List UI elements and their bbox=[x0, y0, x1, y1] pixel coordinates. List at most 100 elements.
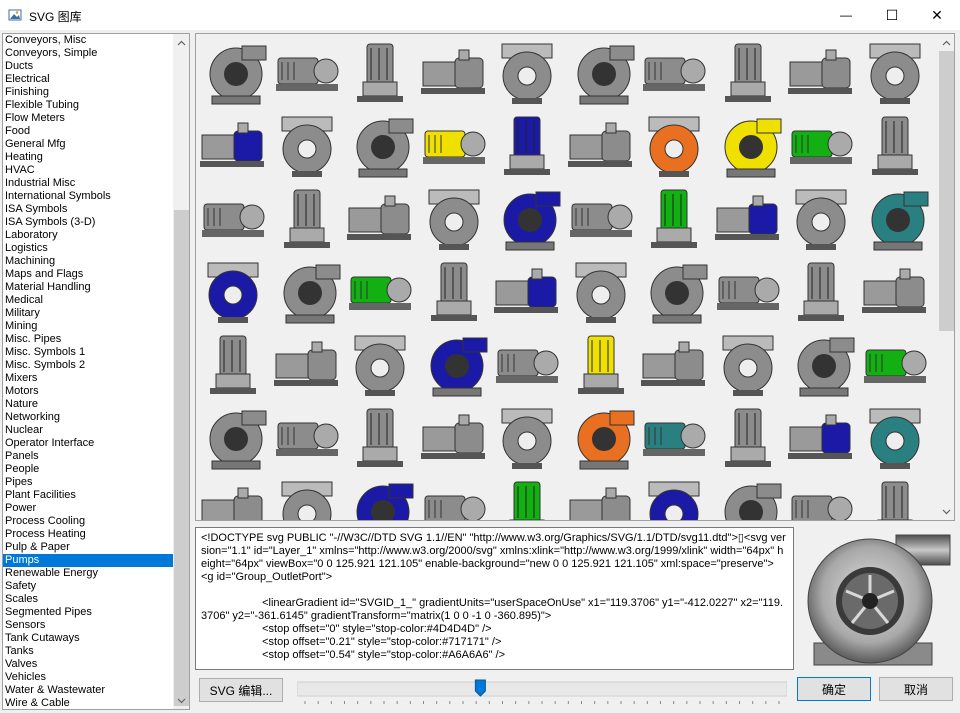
pump-thumbnail[interactable] bbox=[198, 401, 268, 471]
pump-thumbnail[interactable] bbox=[786, 36, 856, 106]
category-item[interactable]: Mixers bbox=[3, 372, 173, 385]
scroll-down-arrow-icon[interactable] bbox=[938, 503, 954, 520]
pump-thumbnail[interactable] bbox=[713, 328, 783, 398]
pump-thumbnail[interactable] bbox=[639, 328, 709, 398]
category-item[interactable]: Networking bbox=[3, 411, 173, 424]
pump-thumbnail[interactable] bbox=[713, 401, 783, 471]
pump-thumbnail[interactable] bbox=[272, 474, 342, 520]
pump-thumbnail[interactable] bbox=[566, 182, 636, 252]
pump-thumbnail[interactable] bbox=[492, 36, 562, 106]
pump-thumbnail[interactable] bbox=[345, 36, 415, 106]
pump-thumbnail[interactable] bbox=[566, 328, 636, 398]
pump-thumbnail[interactable] bbox=[639, 182, 709, 252]
svg-source-text[interactable]: <!DOCTYPE svg PUBLIC "-//W3C//DTD SVG 1.… bbox=[195, 527, 794, 670]
category-item[interactable]: Panels bbox=[3, 450, 173, 463]
pump-thumbnail[interactable] bbox=[345, 182, 415, 252]
pump-thumbnail[interactable] bbox=[566, 36, 636, 106]
pump-thumbnail[interactable] bbox=[492, 474, 562, 520]
scroll-up-arrow-icon[interactable] bbox=[173, 34, 189, 51]
category-item[interactable]: General Mfg bbox=[3, 138, 173, 151]
category-item[interactable]: Maps and Flags bbox=[3, 268, 173, 281]
category-item[interactable]: Medical bbox=[3, 294, 173, 307]
pump-thumbnail[interactable] bbox=[272, 109, 342, 179]
pump-thumbnail[interactable] bbox=[639, 474, 709, 520]
category-item[interactable]: Scales bbox=[3, 593, 173, 606]
category-list[interactable]: Conveyors, Misc Conveyors, Simple Ducts Ele… bbox=[2, 33, 190, 710]
pump-thumbnail[interactable] bbox=[713, 255, 783, 325]
pump-thumbnail[interactable] bbox=[272, 36, 342, 106]
pump-thumbnail[interactable] bbox=[860, 401, 930, 471]
category-item[interactable]: Mining bbox=[3, 320, 173, 333]
category-item[interactable]: Flexible Tubing bbox=[3, 99, 173, 112]
close-button[interactable]: ✕ bbox=[914, 0, 960, 30]
pump-thumbnail[interactable] bbox=[345, 328, 415, 398]
pump-thumbnail[interactable] bbox=[345, 401, 415, 471]
cancel-button[interactable]: 取消 bbox=[879, 677, 953, 701]
category-item[interactable]: Operator Interface bbox=[3, 437, 173, 450]
gallery-scrollbar[interactable] bbox=[938, 34, 954, 520]
pump-thumbnail[interactable] bbox=[639, 36, 709, 106]
category-item[interactable]: Misc. Pipes bbox=[3, 333, 173, 346]
pump-thumbnail[interactable] bbox=[272, 255, 342, 325]
pump-thumbnail[interactable] bbox=[198, 255, 268, 325]
pump-thumbnail[interactable] bbox=[786, 182, 856, 252]
category-item[interactable]: Nature bbox=[3, 398, 173, 411]
category-item[interactable]: Renewable Energy bbox=[3, 567, 173, 580]
pump-thumbnail[interactable] bbox=[566, 401, 636, 471]
pump-thumbnail[interactable] bbox=[860, 36, 930, 106]
category-item[interactable]: International Symbols bbox=[3, 190, 173, 203]
minimize-button[interactable]: — bbox=[823, 0, 869, 30]
category-item[interactable]: Wire & Cable bbox=[3, 697, 173, 709]
pump-thumbnail[interactable] bbox=[198, 36, 268, 106]
scroll-down-arrow-icon[interactable] bbox=[173, 692, 189, 709]
category-item[interactable]: Laboratory bbox=[3, 229, 173, 242]
category-item[interactable]: Pipes bbox=[3, 476, 173, 489]
pump-thumbnail[interactable] bbox=[419, 401, 489, 471]
category-item[interactable]: Safety bbox=[3, 580, 173, 593]
pump-thumbnail[interactable] bbox=[345, 474, 415, 520]
category-item[interactable]: HVAC bbox=[3, 164, 173, 177]
pump-thumbnail[interactable] bbox=[198, 109, 268, 179]
pump-thumbnail[interactable] bbox=[713, 109, 783, 179]
category-item[interactable]: Conveyors, Simple bbox=[3, 47, 173, 60]
ok-button[interactable]: 确定 bbox=[797, 677, 871, 701]
pump-thumbnail[interactable] bbox=[860, 328, 930, 398]
category-item[interactable]: Heating bbox=[3, 151, 173, 164]
pump-thumbnail[interactable] bbox=[272, 401, 342, 471]
pump-thumbnail[interactable] bbox=[639, 401, 709, 471]
pump-thumbnail[interactable] bbox=[419, 474, 489, 520]
category-list-scrollbar[interactable] bbox=[173, 34, 189, 709]
pump-thumbnail[interactable] bbox=[786, 255, 856, 325]
pump-thumbnail[interactable] bbox=[492, 328, 562, 398]
category-item[interactable]: Pulp & Paper bbox=[3, 541, 173, 554]
zoom-slider[interactable] bbox=[296, 677, 788, 707]
pump-thumbnail[interactable] bbox=[492, 109, 562, 179]
category-item[interactable]: Plant Facilities bbox=[3, 489, 173, 502]
category-item[interactable]: Tank Cutaways bbox=[3, 632, 173, 645]
pump-thumbnail[interactable] bbox=[786, 109, 856, 179]
category-item[interactable]: Nuclear bbox=[3, 424, 173, 437]
pump-thumbnail[interactable] bbox=[492, 401, 562, 471]
pump-thumbnail[interactable] bbox=[198, 474, 268, 520]
category-item[interactable]: Process Heating bbox=[3, 528, 173, 541]
category-item[interactable]: Military bbox=[3, 307, 173, 320]
pump-thumbnail[interactable] bbox=[639, 255, 709, 325]
pump-thumbnail[interactable] bbox=[345, 255, 415, 325]
category-item[interactable]: Water & Wastewater bbox=[3, 684, 173, 697]
pump-thumbnail[interactable] bbox=[492, 182, 562, 252]
pump-thumbnail[interactable] bbox=[786, 401, 856, 471]
pump-thumbnail[interactable] bbox=[786, 328, 856, 398]
pump-thumbnail[interactable] bbox=[713, 474, 783, 520]
pump-thumbnail[interactable] bbox=[198, 328, 268, 398]
category-item[interactable]: Segmented Pipes bbox=[3, 606, 173, 619]
scrollbar-thumb[interactable] bbox=[174, 210, 189, 706]
pump-thumbnail[interactable] bbox=[419, 255, 489, 325]
pump-thumbnail[interactable] bbox=[492, 255, 562, 325]
pump-thumbnail[interactable] bbox=[860, 182, 930, 252]
category-item[interactable]: Misc. Symbols 1 bbox=[3, 346, 173, 359]
pump-thumbnail[interactable] bbox=[419, 182, 489, 252]
category-item[interactable]: Tanks bbox=[3, 645, 173, 658]
maximize-button[interactable]: ☐ bbox=[869, 0, 915, 30]
category-item[interactable]: Industrial Misc bbox=[3, 177, 173, 190]
pump-thumbnail[interactable] bbox=[860, 255, 930, 325]
